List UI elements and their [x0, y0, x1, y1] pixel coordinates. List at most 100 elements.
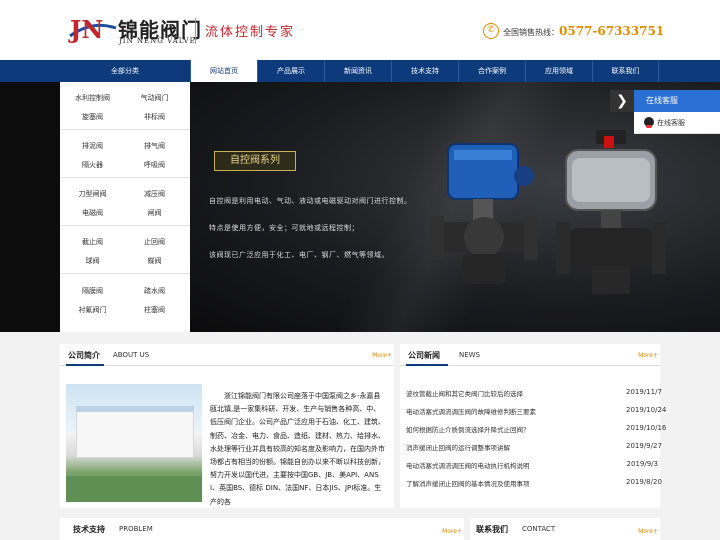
site-header: JN 锦能阀门 JIN NENG VALVE 流体控制专家 ✆ 全国销售热线： … [0, 0, 720, 60]
news-item[interactable]: 电动活塞式调流调压阀的故障维修判断三要素 2019/10/24 [406, 406, 667, 416]
category-group: 排泥阀 排气阀 隔火器 呼吸阀 [60, 130, 190, 178]
news-subtitle: NEWS [459, 351, 481, 359]
news-item-title[interactable]: 消声缓闭止回阀的运行调整事项讲解 [406, 444, 510, 452]
category-link[interactable]: 旋塞阀 [60, 112, 125, 122]
category-link[interactable]: 疏水阀 [122, 286, 187, 296]
about-more-link[interactable]: More+ [372, 352, 392, 359]
tech-more-link[interactable]: More+ [442, 528, 462, 535]
banner-text-line-2: 特点是使用方便，安全；可就地或远程控制； [209, 224, 359, 232]
news-item-date: 2019/9/27 [626, 442, 662, 450]
contact-title: 联系我们 [476, 525, 508, 534]
chat-toggle-chevron-icon[interactable]: ❯ [610, 90, 634, 112]
category-link[interactable]: 电磁阀 [60, 208, 125, 218]
news-panel-header: 公司新闻 NEWS More+ [400, 344, 660, 366]
title-underline [66, 364, 104, 366]
nav-item-applications[interactable]: 应用领域 [525, 60, 592, 82]
news-title: 公司新闻 [408, 351, 440, 360]
category-group: 截止阀 止回阀 球阀 蝶阀 [60, 226, 190, 274]
title-underline [406, 364, 448, 366]
tech-title: 技术支持 [73, 525, 105, 534]
news-item-date: 2019/10/24 [626, 406, 667, 414]
hotline-number: 0577-67333751 [559, 24, 665, 38]
pneumatic-valve-image [556, 130, 666, 294]
category-link[interactable]: 隔火器 [60, 160, 125, 170]
factory-building-shape [76, 406, 194, 458]
category-link[interactable]: 衬氟阀门 [60, 305, 125, 315]
news-item-title[interactable]: 了解消声缓闭止回阀的基本情况及使用事项 [406, 480, 530, 488]
lawn-shape [66, 476, 202, 502]
category-link[interactable]: 闸阀 [122, 208, 187, 218]
news-item[interactable]: 如何根据防止介质倒流选择升降式止回阀？ 2019/10/16 [406, 424, 667, 434]
news-item[interactable]: 了解消声缓闭止回阀的基本情况及使用事项 2019/8/20 [406, 478, 662, 488]
category-link[interactable]: 截止阀 [60, 237, 125, 247]
contact-panel-header: 联系我们 CONTACT More+ [470, 518, 660, 540]
category-group: 水利控制阀 气动阀门 旋塞阀 非标阀 [60, 82, 190, 130]
contact-panel: 联系我们 CONTACT More+ [470, 518, 660, 540]
news-more-link[interactable]: More+ [638, 352, 658, 359]
category-link[interactable]: 排泥阀 [60, 141, 125, 151]
svg-text:JN: JN [68, 15, 103, 44]
main-nav: 全部分类 网站首页 产品展示 新闻资讯 技术支持 合作案例 应用领域 联系我们 [0, 60, 720, 82]
category-link[interactable]: 止回阀 [122, 237, 187, 247]
news-item-title[interactable]: 波纹管截止阀和其它类阀门比较后的选择 [406, 390, 523, 398]
tech-subtitle: PROBLEM [119, 525, 153, 533]
electric-valve-image [430, 143, 538, 284]
tech-panel-header: 技术支持 PROBLEM More+ [60, 518, 464, 540]
category-link[interactable]: 减压阀 [122, 189, 187, 199]
category-link[interactable]: 隔膜阀 [60, 286, 125, 296]
banner-tag: 自控阀系列 [214, 151, 296, 171]
phone-icon: ✆ [483, 23, 499, 39]
news-item-date: 2019/11/7 [626, 388, 662, 396]
about-title: 公司简介 [68, 351, 100, 360]
about-panel: 公司简介 ABOUT US More+ 浙江锦能阀门有限公司座落于中国泵阀之乡-… [60, 344, 394, 508]
news-item-title[interactable]: 如何根据防止介质倒流选择升降式止回阀？ [406, 426, 530, 434]
news-item[interactable]: 消声缓闭止回阀的运行调整事项讲解 2019/9/27 [406, 442, 662, 452]
nav-item-tech[interactable]: 技术支持 [391, 60, 458, 82]
category-link[interactable]: 呼吸阀 [122, 160, 187, 170]
category-link[interactable]: 非标阀 [122, 112, 187, 122]
content-area: 公司简介 ABOUT US More+ 浙江锦能阀门有限公司座落于中国泵阀之乡-… [0, 332, 720, 540]
category-sidebar: 水利控制阀 气动阀门 旋塞阀 非标阀 排泥阀 排气阀 隔火器 呼吸阀 刀型闸阀 … [60, 82, 190, 332]
nav-item-news[interactable]: 新闻资讯 [324, 60, 391, 82]
chat-qq-link[interactable]: 在线客服 [634, 112, 720, 134]
news-item-date: 2019/10/16 [626, 424, 667, 432]
contact-more-link[interactable]: More+ [638, 528, 658, 535]
brand-name-en: JIN NENG VALVE [119, 37, 196, 45]
category-link[interactable]: 水利控制阀 [60, 93, 125, 103]
category-group: 隔膜阀 疏水阀 衬氟阀门 柱塞阀 [60, 274, 190, 332]
category-link[interactable]: 刀型闸阀 [60, 189, 125, 199]
nav-item-contact[interactable]: 联系我们 [592, 60, 659, 82]
slogan: 流体控制专家 [205, 25, 296, 40]
banner-text-line-3: 该阀现已广泛应用于化工、电厂、钢厂、燃气等领域。 [209, 251, 389, 259]
category-link[interactable]: 柱塞阀 [122, 305, 187, 315]
chat-item-label: 在线客服 [657, 119, 685, 127]
category-link[interactable]: 排气阀 [122, 141, 187, 151]
hotline-label: 全国销售热线： [503, 28, 559, 37]
contact-subtitle: CONTACT [522, 525, 556, 533]
category-link[interactable]: 蝶阀 [122, 256, 187, 266]
banner-text-line-1: 自控阀是利用电动、气动、液动或电磁驱动对阀门进行控制。 [209, 197, 412, 205]
qq-icon [644, 117, 654, 128]
factory-image[interactable] [66, 384, 202, 502]
news-item[interactable]: 波纹管截止阀和其它类阀门比较后的选择 2019/11/7 [406, 388, 662, 398]
category-link[interactable]: 气动阀门 [122, 93, 187, 103]
jn-logo-icon[interactable]: JN [66, 14, 118, 44]
nav-item-products[interactable]: 产品展示 [257, 60, 324, 82]
news-item-title[interactable]: 电动活塞式调流调压阀的电动执行机构说明 [406, 462, 530, 470]
chat-widget-title[interactable]: 在线客服 [634, 90, 720, 112]
nav-all-categories[interactable]: 全部分类 [60, 60, 190, 82]
about-subtitle: ABOUT US [113, 351, 150, 359]
about-panel-header: 公司简介 ABOUT US More+ [60, 344, 394, 366]
tech-panel: 技术支持 PROBLEM More+ [60, 518, 464, 540]
news-item-date: 2019/9/3 [626, 460, 658, 468]
factory-roof-shape [76, 406, 194, 412]
news-item[interactable]: 电动活塞式调流调压阀的电动执行机构说明 2019/9/3 [406, 460, 658, 470]
nav-item-home[interactable]: 网站首页 [190, 60, 257, 82]
news-item-date: 2019/8/20 [626, 478, 662, 486]
news-item-title[interactable]: 电动活塞式调流调压阀的故障维修判断三要素 [406, 408, 536, 416]
nav-item-cases[interactable]: 合作案例 [458, 60, 525, 82]
category-link[interactable]: 球阀 [60, 256, 125, 266]
about-text: 浙江锦能阀门有限公司座落于中国泵阀之乡-永嘉县瓯北镇,是一家集科研、开发、生产与… [210, 392, 385, 506]
category-group: 刀型闸阀 减压阀 电磁阀 闸阀 [60, 178, 190, 226]
news-panel: 公司新闻 NEWS More+ 波纹管截止阀和其它类阀门比较后的选择 2019/1… [400, 344, 667, 508]
